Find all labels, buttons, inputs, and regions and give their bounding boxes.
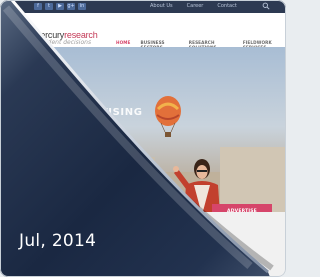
thumbnail-tile[interactable]: f t ▶ g+ in About Us Career Contact merc… — [0, 0, 286, 277]
post-date: Jul, 2014 — [19, 231, 97, 251]
